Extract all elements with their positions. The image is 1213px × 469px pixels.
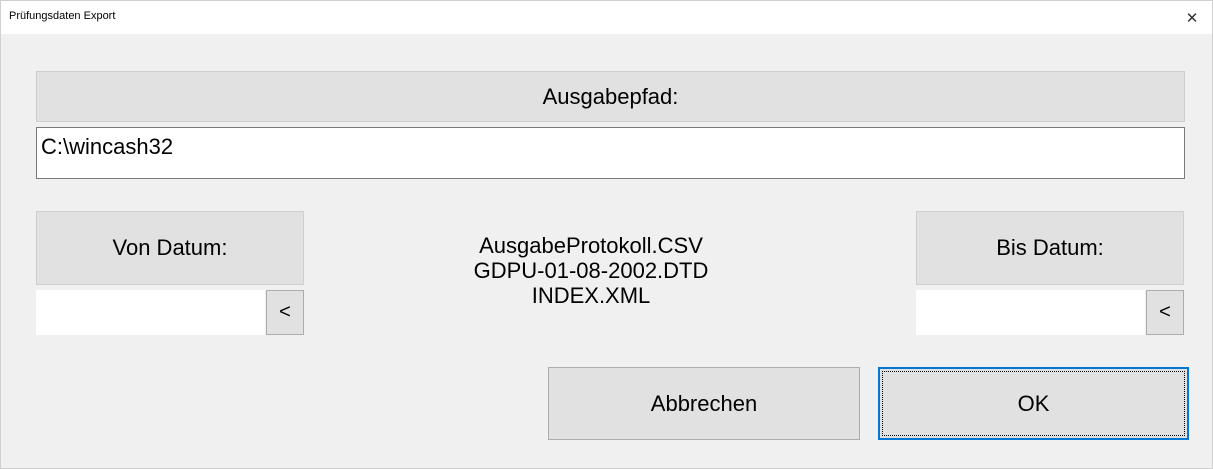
export-dialog: Prüfungsdaten Export ✕ Ausgabepfad: C:\w… bbox=[0, 0, 1213, 469]
window-title: Prüfungsdaten Export bbox=[9, 10, 116, 22]
from-date-label: Von Datum: bbox=[36, 211, 304, 285]
from-date-picker-button[interactable]: < bbox=[266, 290, 304, 335]
cancel-button[interactable]: Abbrechen bbox=[548, 367, 860, 440]
title-bar: Prüfungsdaten Export ✕ bbox=[1, 1, 1212, 34]
export-file-list: AusgabeProtokoll.CSV GDPU-01-08-2002.DTD… bbox=[421, 233, 761, 308]
ok-button[interactable]: OK bbox=[878, 367, 1189, 440]
focus-ring bbox=[882, 371, 1185, 436]
close-icon[interactable]: ✕ bbox=[1172, 1, 1212, 34]
from-date-input[interactable] bbox=[36, 290, 265, 335]
file-name: INDEX.XML bbox=[531, 283, 651, 308]
to-date-picker-button[interactable]: < bbox=[1146, 290, 1184, 335]
file-name: GDPU-01-08-2002.DTD bbox=[473, 258, 709, 283]
output-path-input[interactable]: C:\wincash32 bbox=[36, 127, 1185, 179]
to-date-input[interactable] bbox=[916, 290, 1145, 335]
output-path-label: Ausgabepfad: bbox=[36, 71, 1185, 122]
to-date-label: Bis Datum: bbox=[916, 211, 1184, 285]
file-name: AusgabeProtokoll.CSV bbox=[479, 233, 703, 258]
